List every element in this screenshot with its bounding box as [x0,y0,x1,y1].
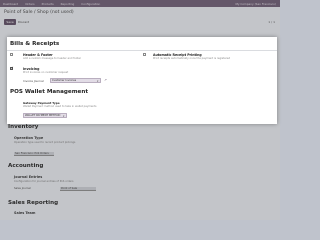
nav-configuration[interactable]: Configuration [81,2,100,6]
invoice-journal-label: Invoice Journal [23,79,44,83]
top-navbar: Dashboard Orders Products Reporting Conf… [0,0,280,7]
invoice-journal-select[interactable]: Customer Invoices [50,78,101,83]
header-footer-title: Header & Footer [23,52,53,57]
external-link-icon[interactable]: ↗ [104,78,107,82]
operation-type-label: Operation Type [14,136,44,140]
settings-dialog: Bills & Receipts Header & Footer Add a c… [7,37,277,124]
nav-reporting[interactable]: Reporting [61,2,75,6]
discard-button[interactable]: Discard [18,19,29,25]
sales-journal-field[interactable]: Point of Sale [60,187,96,191]
nav-products[interactable]: Products [42,2,54,6]
pos-wallet-management-title: POS Wallet Management [10,89,89,95]
accounting-section-title: Accounting [8,163,44,169]
company-switcher[interactable]: My Company (San Francisco) [235,2,280,6]
chevron-down-icon[interactable]: ▾ [97,79,98,83]
journal-entries-label: Journal Entries [14,175,43,179]
wallet-payment-type-desc: Wallet Payment method used to take in wa… [23,105,97,108]
bills-receipts-title: Bills & Receipts [10,41,60,47]
auto-print-title: Automatic Receipt Printing [153,52,202,57]
operation-type-desc: Operation type used to record product pi… [14,141,76,144]
chevron-down-icon[interactable]: ▾ [63,114,64,118]
header-footer-checkbox[interactable] [10,53,14,57]
invoicing-checkbox[interactable] [10,66,14,71]
wallet-payment-method-select[interactable]: WALLET PAYMENT METHOD [23,113,67,118]
nav-orders[interactable]: Orders [25,2,34,6]
sales-reporting-section-title: Sales Reporting [8,200,59,206]
save-button[interactable]: Save [4,19,16,25]
sales-journal-label: Sales Journal [14,187,31,190]
auto-print-checkbox[interactable] [143,53,147,57]
divider [7,50,277,51]
operation-type-field[interactable]: San Francisco: PoS Orders [14,152,54,156]
record-pager[interactable]: 1 / 1 [268,19,275,25]
header-footer-desc: Add a custom message to header and foote… [23,57,81,60]
inventory-section-title: Inventory [8,124,39,130]
nav-dashboard[interactable]: Dashboard [3,2,18,6]
auto-print-desc: Print receipts automatically once the pa… [153,57,231,60]
invoicing-desc: Print invoices on customer request [23,71,69,74]
invoicing-title: Invoicing [23,66,40,71]
breadcrumb[interactable]: Point of Sale / Shop (not used) [4,10,74,15]
journal-entries-desc: Configuration for journal entries of PoS… [14,180,74,183]
sales-team-label: Sales Team [14,211,36,215]
